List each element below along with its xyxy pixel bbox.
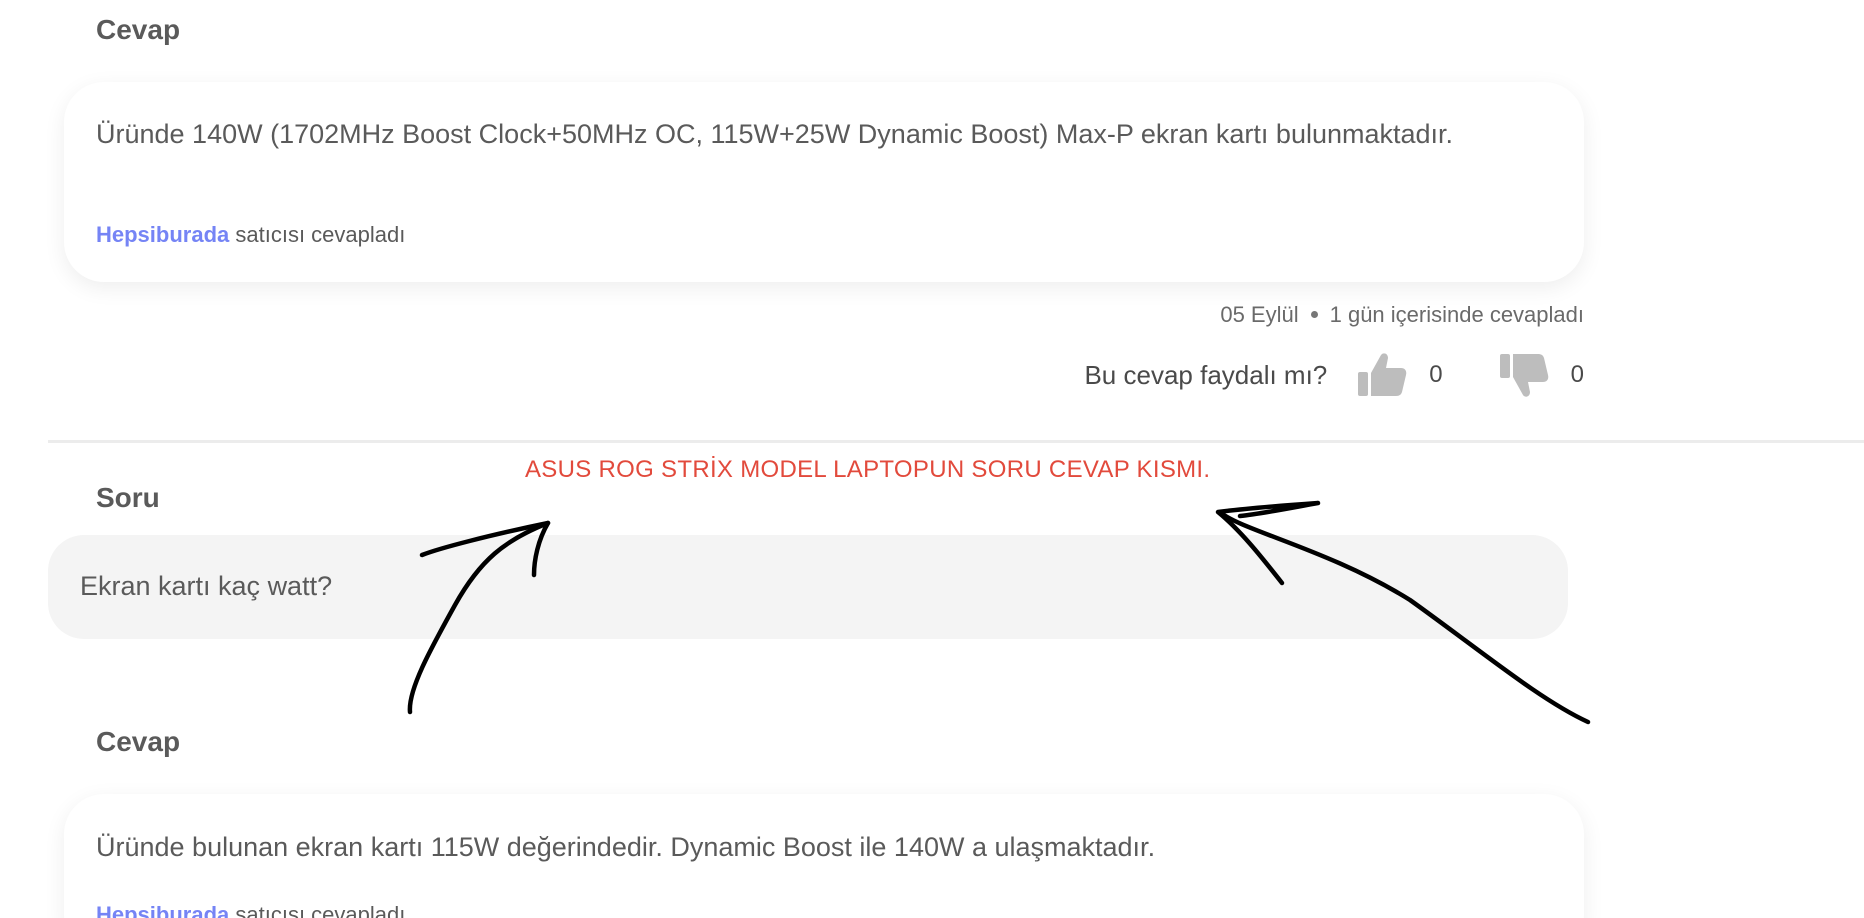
seller-suffix: satıcısı cevapladı: [229, 222, 406, 247]
answer-label: Cevap: [96, 14, 181, 45]
answer-date: 05 Eylül: [1220, 302, 1299, 327]
answer-label: Cevap: [96, 726, 181, 757]
seller-suffix: satıcısı cevapladı: [229, 902, 406, 918]
annotation-note: ASUS ROG STRİX MODEL LAPTOPUN SORU CEVAP…: [525, 456, 1211, 483]
seller-line: Hepsiburada satıcısı cevapladı: [96, 222, 405, 248]
question-label: Soru: [96, 482, 160, 513]
qa-page: Cevap Üründe 140W (1702MHz Boost Clock+5…: [0, 0, 1864, 918]
seller-link[interactable]: Hepsiburada: [96, 222, 229, 247]
section-divider: [48, 440, 1864, 443]
answer-text: Üründe bulunan ekran kartı 115W değerind…: [96, 832, 1156, 862]
answer-card: Üründe bulunan ekran kartı 115W değerind…: [64, 794, 1584, 918]
thumbs-down-button[interactable]: 0: [1499, 352, 1584, 398]
meta-separator-dot: [1310, 310, 1318, 318]
thumbs-up-icon: [1357, 352, 1407, 398]
helpful-question: Bu cevap faydalı mı?: [1084, 359, 1328, 390]
answer-response-time: 1 gün içerisinde cevapladı: [1329, 302, 1584, 327]
question-text: Ekran kartı kaç watt?: [80, 571, 333, 601]
thumbs-down-icon: [1499, 352, 1549, 398]
answer-meta: 05 Eylül 1 gün içerisinde cevapladı: [1220, 302, 1584, 328]
seller-line: Hepsiburada satıcısı cevapladı: [96, 902, 405, 918]
helpful-vote-row: Bu cevap faydalı mı? 0 0: [1084, 352, 1584, 398]
answer-text: Üründe 140W (1702MHz Boost Clock+50MHz O…: [96, 119, 1454, 149]
thumbs-up-count: 0: [1429, 361, 1443, 388]
question-box: Ekran kartı kaç watt?: [48, 535, 1568, 639]
answer-card: Üründe 140W (1702MHz Boost Clock+50MHz O…: [64, 82, 1584, 282]
seller-link[interactable]: Hepsiburada: [96, 902, 229, 918]
thumbs-up-button[interactable]: 0: [1357, 352, 1443, 398]
thumbs-down-count: 0: [1570, 361, 1584, 388]
